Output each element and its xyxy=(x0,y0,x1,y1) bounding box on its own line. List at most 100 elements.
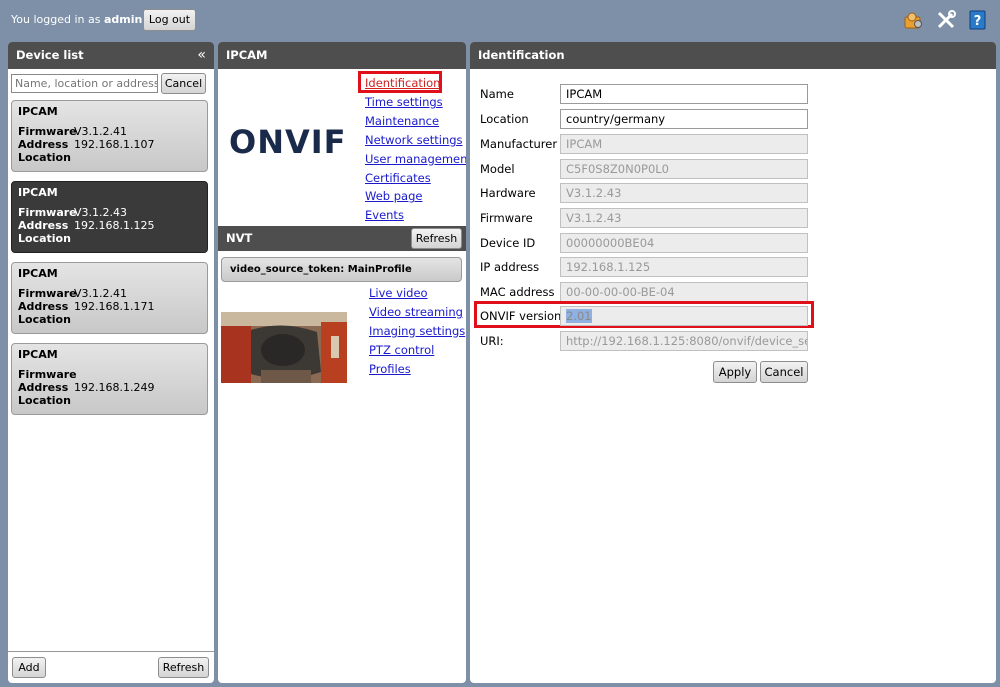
apply-button[interactable]: Apply xyxy=(713,361,757,383)
device-address: 192.168.1.107 xyxy=(74,138,155,151)
tools-icon[interactable] xyxy=(935,9,957,31)
identification-title: Identification xyxy=(478,48,565,62)
location-label: Location xyxy=(18,232,71,245)
link-ptz-control[interactable]: PTZ control xyxy=(369,341,465,360)
video-preview-thumbnail[interactable] xyxy=(221,312,347,383)
add-device-button[interactable]: Add xyxy=(12,657,46,678)
form-row-onvif-version: ONVIF version 2.01 xyxy=(480,306,810,326)
form-row-name: Name IPCAM xyxy=(480,84,810,104)
nvt-refresh-button[interactable]: Refresh xyxy=(411,228,462,249)
link-user-management[interactable]: User management xyxy=(365,150,466,169)
form-row-device-id: Device ID 00000000BE04 xyxy=(480,233,810,253)
location-input[interactable]: country/germany xyxy=(560,109,808,129)
link-network-settings[interactable]: Network settings xyxy=(365,131,466,150)
firmware-label: Firmware xyxy=(480,211,533,225)
location-label: Location xyxy=(18,394,71,407)
onvif-version-value: 2.01 xyxy=(566,309,592,323)
onvif-version-label: ONVIF version xyxy=(480,309,562,323)
form-row-manufacturer: Manufacturer IPCAM xyxy=(480,134,810,154)
form-row-uri: URI: http://192.168.1.125:8080/onvif/dev… xyxy=(480,331,810,351)
device-panel-header: IPCAM xyxy=(218,42,466,69)
location-label: Location xyxy=(18,313,71,326)
login-username: admin xyxy=(103,13,143,26)
link-live-video[interactable]: Live video xyxy=(369,284,465,303)
onvif-logo-text: ONVIF xyxy=(229,123,347,161)
svg-text:?: ? xyxy=(974,14,982,29)
device-list-panel: Device list « Cancel IPCAM FirmwareV3.1.… xyxy=(8,42,214,683)
link-imaging-settings[interactable]: Imaging settings xyxy=(369,322,465,341)
device-name: IPCAM xyxy=(18,105,58,118)
hardware-label: Hardware xyxy=(480,186,536,200)
link-profiles[interactable]: Profiles xyxy=(369,360,465,379)
form-row-hardware: Hardware V3.1.2.43 xyxy=(480,183,810,203)
login-prefix: You logged in as xyxy=(11,13,101,26)
device-card[interactable]: IPCAM Firmware V3.1.2.41 Address 192.168.1… xyxy=(11,262,208,334)
address-label: Address xyxy=(18,381,69,394)
device-card[interactable]: IPCAM Firmware Address 192.168.1.249 Loca… xyxy=(11,343,208,415)
onvif-version-field[interactable]: 2.01 xyxy=(560,306,808,326)
device-list-header: Device list « xyxy=(8,42,214,69)
model-field: C5F0S8Z0N0P0L0 xyxy=(560,159,808,179)
collapse-icon[interactable]: « xyxy=(197,42,206,69)
device-list-title: Device list xyxy=(16,48,84,62)
address-label: Address xyxy=(18,219,69,232)
link-time-settings[interactable]: Time settings xyxy=(365,93,466,112)
ip-address-label: IP address xyxy=(480,260,540,274)
refresh-devices-button[interactable]: Refresh xyxy=(158,657,209,678)
device-firmware: V3.1.2.41 xyxy=(74,287,128,300)
firmware-label: Firmware xyxy=(18,368,77,381)
firmware-label: Firmware xyxy=(18,206,77,219)
location-label: Location xyxy=(18,151,71,164)
link-video-streaming[interactable]: Video streaming xyxy=(369,303,465,322)
help-icon[interactable]: ? xyxy=(967,9,989,31)
firmware-label: Firmware xyxy=(18,287,77,300)
identification-header: Identification xyxy=(470,42,996,69)
address-label: Address xyxy=(18,138,69,151)
device-name: IPCAM xyxy=(18,348,58,361)
nvt-header: NVT Refresh xyxy=(218,226,466,251)
device-card-selected[interactable]: IPCAM Firmware V3.1.2.43 Address 192.168.1… xyxy=(11,181,208,253)
device-address: 192.168.1.171 xyxy=(74,300,155,313)
top-bar: You logged in as admin Log out ? xyxy=(0,0,1000,40)
device-name: IPCAM xyxy=(18,186,58,199)
manufacturer-label: Manufacturer xyxy=(480,137,558,151)
uri-label: URI: xyxy=(480,334,504,348)
device-search-input[interactable] xyxy=(11,74,158,93)
link-events[interactable]: Events xyxy=(365,206,466,225)
onvif-logo: ONVIF xyxy=(229,123,347,161)
divider xyxy=(8,651,214,652)
form-row-model: Model C5F0S8Z0N0P0L0 xyxy=(480,159,810,179)
logout-button[interactable]: Log out xyxy=(143,9,196,31)
link-maintenance[interactable]: Maintenance xyxy=(365,112,466,131)
user-settings-icon[interactable] xyxy=(902,9,924,31)
form-row-mac-address: MAC address 00-00-00-00-BE-04 xyxy=(480,282,810,302)
form-row-ip-address: IP address 192.168.1.125 xyxy=(480,257,810,277)
location-label: Location xyxy=(480,112,529,126)
uri-field: http://192.168.1.125:8080/onvif/device_s… xyxy=(560,331,808,351)
device-address: 192.168.1.249 xyxy=(74,381,155,394)
firmware-label: Firmware xyxy=(18,125,77,138)
device-panel-title: IPCAM xyxy=(226,48,268,62)
link-certificates[interactable]: Certificates xyxy=(365,169,466,188)
device-firmware: V3.1.2.41 xyxy=(74,125,128,138)
nvt-title: NVT xyxy=(226,231,253,245)
search-cancel-button[interactable]: Cancel xyxy=(161,73,206,94)
identification-panel: Identification Name IPCAM Location count… xyxy=(470,42,996,683)
device-address: 192.168.1.125 xyxy=(74,219,155,232)
device-name: IPCAM xyxy=(18,267,58,280)
cancel-button[interactable]: Cancel xyxy=(760,361,808,383)
name-input[interactable]: IPCAM xyxy=(560,84,808,104)
form-row-firmware: Firmware V3.1.2.43 xyxy=(480,208,810,228)
form-row-location: Location country/germany xyxy=(480,109,810,129)
model-label: Model xyxy=(480,162,515,176)
mac-address-label: MAC address xyxy=(480,285,555,299)
device-card[interactable]: IPCAM Firmware V3.1.2.41 Address 192.168.1… xyxy=(11,100,208,172)
settings-link-list: Identification Time settings Maintenance… xyxy=(365,74,466,225)
video-link-list: Live video Video streaming Imaging setti… xyxy=(369,284,465,379)
video-source-token[interactable]: video_source_token: MainProfile xyxy=(221,257,462,282)
link-web-page[interactable]: Web page xyxy=(365,187,466,206)
link-identification[interactable]: Identification xyxy=(365,74,466,93)
device-firmware: V3.1.2.43 xyxy=(74,206,128,219)
device-panel: IPCAM ONVIF Identification Time settings… xyxy=(218,42,466,683)
device-id-label: Device ID xyxy=(480,236,536,250)
